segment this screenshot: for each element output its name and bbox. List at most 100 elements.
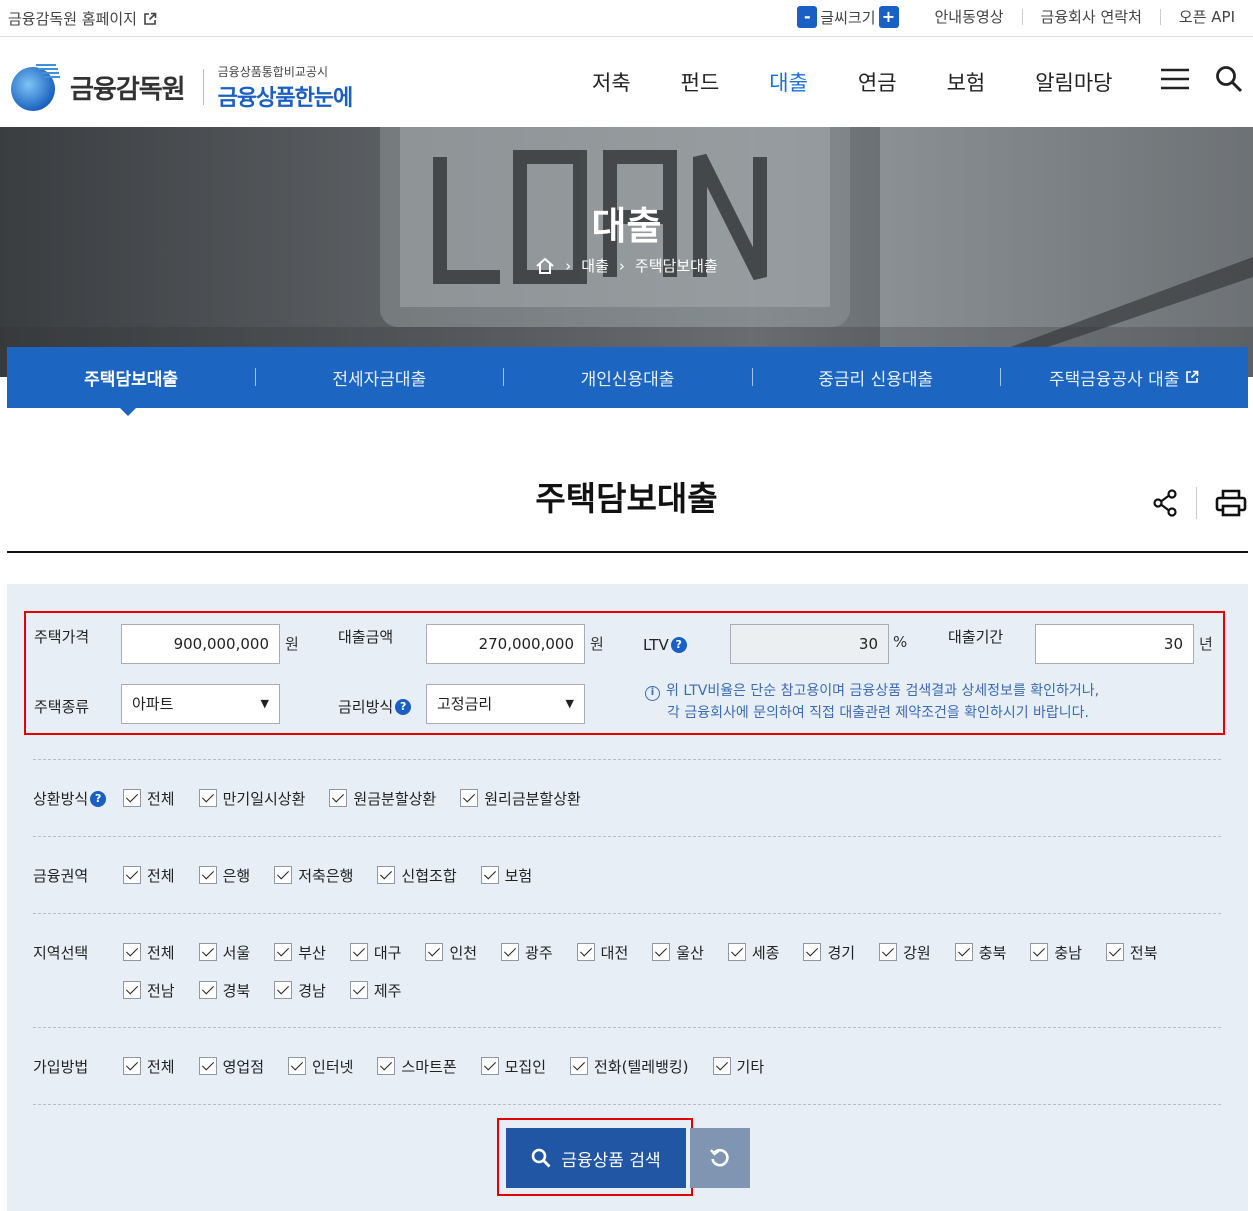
tab-mid-rate-credit[interactable]: 중금리 신용대출 <box>751 365 1000 390</box>
checkbox-checked[interactable] <box>274 981 293 999</box>
nav-loans[interactable]: 대출 <box>769 67 808 97</box>
help-icon[interactable]: ? <box>395 699 412 715</box>
checkbox-checked[interactable] <box>1030 943 1049 961</box>
nav-funds[interactable]: 펀드 <box>681 67 720 97</box>
guide-video-link[interactable]: 안내동영상 <box>917 9 1022 25</box>
checkbox-checked[interactable] <box>349 943 368 961</box>
checkbox-option[interactable]: 세종 <box>727 942 779 962</box>
checkbox-checked[interactable] <box>198 789 217 807</box>
checkbox-option[interactable]: 전남 <box>123 980 175 1000</box>
checkbox-checked[interactable] <box>123 866 141 884</box>
tab-mortgage[interactable]: 주택담보대출 <box>7 365 255 390</box>
help-icon[interactable]: ? <box>670 637 687 653</box>
checkbox-option[interactable]: 강원 <box>879 942 931 962</box>
house-type-select[interactable]: 아파트 ▼ <box>121 684 280 724</box>
checkbox-option[interactable]: 기타 <box>712 1056 764 1076</box>
checkbox-checked[interactable] <box>1105 943 1124 961</box>
checkbox-option[interactable]: 부산 <box>274 942 326 962</box>
reset-button[interactable] <box>690 1128 750 1188</box>
checkbox-option[interactable]: 영업점 <box>198 1056 264 1076</box>
tab-personal-credit[interactable]: 개인신용대출 <box>503 365 751 390</box>
checkbox-checked[interactable] <box>954 943 973 961</box>
loan-amount-input[interactable] <box>426 624 585 664</box>
checkbox-option[interactable]: 원리금분할상환 <box>460 788 581 808</box>
checkbox-option[interactable]: 전체 <box>123 942 175 962</box>
checkbox-option[interactable]: 충북 <box>954 942 1006 962</box>
checkbox-checked[interactable] <box>288 1057 307 1075</box>
checkbox-option[interactable]: 대전 <box>576 942 628 962</box>
checkbox-checked[interactable] <box>377 1057 396 1075</box>
checkbox-checked[interactable] <box>274 866 293 884</box>
checkbox-option[interactable]: 전화(텔레뱅킹) <box>570 1056 689 1076</box>
search-icon[interactable] <box>1215 65 1243 93</box>
checkbox-checked[interactable] <box>123 789 141 807</box>
checkbox-option[interactable]: 인터넷 <box>288 1056 353 1076</box>
checkbox-option[interactable]: 충남 <box>1030 942 1082 962</box>
rate-type-select[interactable]: 고정금리 ▼ <box>426 684 585 724</box>
checkbox-option[interactable]: 광주 <box>501 942 553 962</box>
checkbox-checked[interactable] <box>652 943 671 961</box>
checkbox-option[interactable]: 인천 <box>425 942 477 962</box>
checkbox-checked[interactable] <box>123 981 141 999</box>
font-size-decrease-button[interactable]: - <box>797 6 818 28</box>
checkbox-checked[interactable] <box>349 981 368 999</box>
checkbox-checked[interactable] <box>123 1057 141 1075</box>
checkbox-checked[interactable] <box>576 943 595 961</box>
product-search-button[interactable]: 금융상품 검색 <box>506 1128 686 1188</box>
fss-homepage-link[interactable]: 금융감독원 홈페이지 <box>8 8 157 29</box>
checkbox-checked[interactable] <box>460 789 479 807</box>
checkbox-checked[interactable] <box>198 943 217 961</box>
site-logo[interactable]: 금융감독원 금융상품통합비교공시 금융상품한눈에 <box>8 61 353 113</box>
checkbox-option[interactable]: 스마트폰 <box>377 1056 457 1076</box>
breadcrumb-mortgage[interactable]: 주택담보대출 <box>635 255 718 276</box>
nav-insurance[interactable]: 보험 <box>947 67 986 97</box>
checkbox-option[interactable]: 대구 <box>349 942 401 962</box>
checkbox-checked[interactable] <box>425 943 444 961</box>
checkbox-option[interactable]: 전체 <box>123 1056 175 1076</box>
checkbox-option[interactable]: 신협조합 <box>377 865 457 885</box>
checkbox-checked[interactable] <box>329 789 348 807</box>
checkbox-option[interactable]: 원금분할상환 <box>329 788 436 808</box>
nav-pension[interactable]: 연금 <box>858 67 897 97</box>
checkbox-checked[interactable] <box>198 981 217 999</box>
checkbox-checked[interactable] <box>274 943 293 961</box>
checkbox-option[interactable]: 제주 <box>349 980 401 1000</box>
help-icon[interactable]: ? <box>90 791 107 807</box>
nav-savings[interactable]: 저축 <box>592 67 631 97</box>
checkbox-option[interactable]: 전체 <box>123 865 175 885</box>
checkbox-option[interactable]: 경남 <box>274 980 326 1000</box>
checkbox-option[interactable]: 저축은행 <box>274 865 353 885</box>
checkbox-checked[interactable] <box>803 943 822 961</box>
checkbox-option[interactable]: 경북 <box>198 980 250 1000</box>
share-icon[interactable] <box>1152 489 1178 517</box>
company-contact-link[interactable]: 금융회사 연락처 <box>1021 9 1160 25</box>
checkbox-checked[interactable] <box>712 1057 731 1075</box>
checkbox-checked[interactable] <box>480 866 499 884</box>
checkbox-checked[interactable] <box>377 866 396 884</box>
open-api-link[interactable]: 오픈 API <box>1159 9 1253 25</box>
breadcrumb-loans[interactable]: 대출 <box>581 255 609 276</box>
loan-period-input[interactable] <box>1035 624 1194 664</box>
checkbox-checked[interactable] <box>123 943 141 961</box>
checkbox-checked[interactable] <box>501 943 520 961</box>
print-icon[interactable] <box>1215 489 1247 517</box>
checkbox-option[interactable]: 전북 <box>1105 942 1158 962</box>
checkbox-checked[interactable] <box>198 1057 217 1075</box>
checkbox-checked[interactable] <box>727 943 746 961</box>
checkbox-option[interactable]: 울산 <box>652 942 704 962</box>
tab-jeonse[interactable]: 전세자금대출 <box>255 365 503 390</box>
house-price-input[interactable] <box>121 624 280 664</box>
checkbox-option[interactable]: 은행 <box>198 865 250 885</box>
nav-notices[interactable]: 알림마당 <box>1035 67 1112 97</box>
font-size-increase-button[interactable]: + <box>878 6 899 28</box>
checkbox-option[interactable]: 보험 <box>480 865 532 885</box>
checkbox-checked[interactable] <box>480 1057 499 1075</box>
checkbox-option[interactable]: 전체 <box>123 788 175 808</box>
home-icon[interactable] <box>535 257 555 275</box>
checkbox-checked[interactable] <box>879 943 898 961</box>
checkbox-option[interactable]: 서울 <box>198 942 250 962</box>
menu-icon[interactable] <box>1161 68 1189 90</box>
checkbox-option[interactable]: 모집인 <box>480 1056 546 1076</box>
checkbox-checked[interactable] <box>198 866 217 884</box>
checkbox-option[interactable]: 경기 <box>803 942 855 962</box>
